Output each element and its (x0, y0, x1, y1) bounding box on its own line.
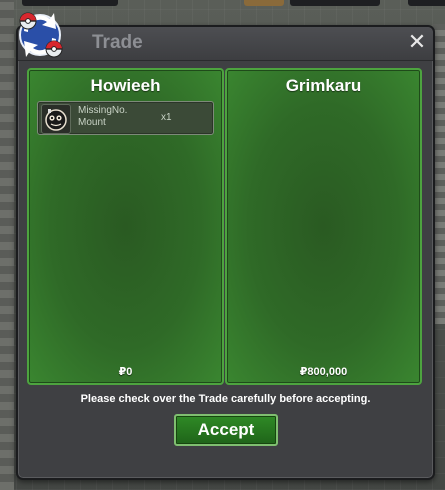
world-wall-left (0, 0, 14, 490)
window-title: Trade (92, 32, 143, 53)
missingno-mount-icon (41, 104, 71, 134)
my-offer-panel: Howieeh MissingNo. Mount x1 ₽0 (27, 68, 224, 385)
player-name-tag-3 (408, 0, 445, 6)
trade-item-quantity: x1 (161, 112, 172, 123)
their-offer-panel: Grimkaru ₽800,000 (225, 68, 422, 385)
trade-warning-text: Please check over the Trade carefully be… (80, 393, 371, 405)
accept-button[interactable]: Accept (174, 414, 278, 446)
their-money-offer: ₽800,000 (299, 366, 348, 378)
trade-window: Trade ✕ Howieeh MissingNo. Mount x1 ₽0 G… (16, 25, 435, 480)
trade-swap-icon (10, 5, 70, 63)
my-money-offer: ₽0 (118, 366, 133, 378)
trade-item-slot[interactable]: MissingNo. Mount x1 (37, 101, 214, 135)
close-button[interactable]: ✕ (406, 30, 428, 54)
title-bar[interactable]: Trade ✕ (18, 27, 433, 61)
npc-sprite-top (244, 0, 284, 6)
player-name-tag-2 (290, 0, 380, 6)
trade-item-name: MissingNo. Mount (78, 105, 128, 128)
my-player-name: Howieeh (90, 76, 161, 95)
their-player-name: Grimkaru (285, 76, 362, 95)
